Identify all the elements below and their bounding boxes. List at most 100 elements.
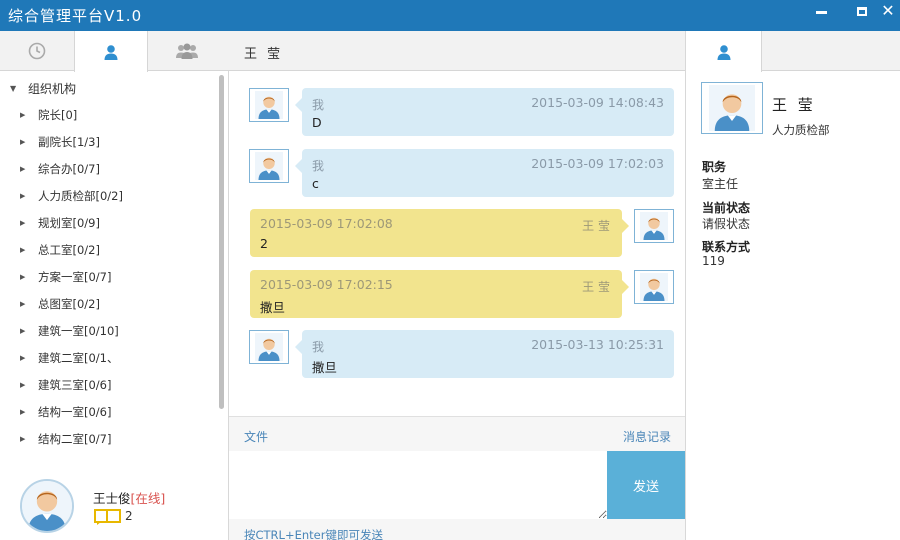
tree-scrollbar[interactable] <box>219 75 224 409</box>
current-user: 王士俊[在线] 2 <box>20 479 220 535</box>
minimize-icon <box>815 10 827 14</box>
close-icon: ✕ <box>881 1 895 20</box>
message-notification[interactable]: 2 <box>93 507 133 525</box>
avatar[interactable] <box>634 209 674 243</box>
send-hint: 按CTRL+Enter键即可发送 <box>244 528 383 540</box>
tree-item-label: 结构二室[0/7] <box>38 432 112 446</box>
send-button[interactable]: 发送 <box>607 451 685 519</box>
field-value-contact: 119 <box>702 254 725 268</box>
caret-right-icon: ▶ <box>20 273 26 281</box>
message-row: 我 2015-03-09 17:02:03 c <box>229 149 685 197</box>
tree-item-label: 建筑一室[0/10] <box>38 324 119 338</box>
caret-right-icon: ▶ <box>20 138 26 146</box>
caret-right-icon: ▶ <box>20 246 26 254</box>
message-bubble: 我 2015-03-09 14:08:43 D <box>295 88 674 136</box>
tab-recent[interactable] <box>0 31 74 71</box>
avatar[interactable] <box>249 330 289 364</box>
message-text: D <box>312 115 322 130</box>
left-tab-bar <box>0 31 229 72</box>
chat-panel: 王 莹 我 2015-03-09 14:08:43 D 我 2015-03-09… <box>229 31 685 540</box>
tree-item[interactable]: ▶ 结构一室[0/6] <box>20 403 111 421</box>
caret-right-icon: ▶ <box>20 111 26 119</box>
tree-root[interactable]: ▼ 组织机构 <box>10 79 76 97</box>
tree-item[interactable]: ▶ 规划室[0/9] <box>20 214 100 232</box>
close-button[interactable]: ✕ <box>875 0 900 22</box>
message-bubble: 我 2015-03-09 17:02:03 c <box>295 149 674 197</box>
tab-profile[interactable] <box>686 31 762 72</box>
avatar[interactable] <box>20 479 74 533</box>
person-avatar-icon <box>709 85 755 131</box>
profile-panel: 王 莹 人力质检部 职务 室主任 当前状态 请假状态 联系方式 119 <box>685 31 900 540</box>
tree-item[interactable]: ▶ 综合办[0/7] <box>20 160 100 178</box>
message-row: 2015-03-09 17:02:08 王 莹 2 <box>229 209 685 257</box>
clock-icon <box>28 42 46 60</box>
tree-item[interactable]: ▶ 建筑一室[0/10] <box>20 322 119 340</box>
avatar[interactable] <box>249 149 289 183</box>
caret-right-icon: ▶ <box>20 300 26 308</box>
tree-item-label: 总工室[0/2] <box>38 243 100 257</box>
message-sender: 王 莹 <box>582 219 610 233</box>
tree-root-label: 组织机构 <box>28 81 77 96</box>
caret-right-icon: ▶ <box>20 327 26 335</box>
message-row: 2015-03-09 17:02:15 王 莹 撒旦 <box>229 270 685 318</box>
tab-contacts[interactable] <box>74 31 148 72</box>
window-title: 综合管理平台V1.0 <box>8 7 143 25</box>
chat-toolbar: 文件 消息记录 <box>229 416 685 451</box>
chat-header: 王 莹 <box>229 31 685 71</box>
tree-item-label: 人力质检部[0/2] <box>38 189 123 203</box>
tree-item[interactable]: ▶ 总图室[0/2] <box>20 295 100 313</box>
tree-item-label: 总图室[0/2] <box>38 297 100 311</box>
message-bubble: 2015-03-09 17:02:15 王 莹 撒旦 <box>250 270 629 318</box>
tree-item[interactable]: ▶ 方案一室[0/7] <box>20 268 111 286</box>
message-row: 我 2015-03-09 14:08:43 D <box>229 88 685 136</box>
tree-item[interactable]: ▶ 建筑二室[0/1、 <box>20 349 119 367</box>
message-text: 2 <box>260 236 268 251</box>
person-avatar-icon <box>255 333 283 361</box>
tab-groups[interactable] <box>150 31 224 71</box>
bubble-pointer <box>295 98 302 112</box>
minimize-button[interactable] <box>808 0 834 22</box>
avatar[interactable] <box>249 88 289 122</box>
message-time: 2015-03-09 17:02:03 <box>531 156 664 171</box>
message-history-link[interactable]: 消息记录 <box>623 428 671 445</box>
avatar[interactable] <box>634 270 674 304</box>
tree-item[interactable]: ▶ 建筑三室[0/6] <box>20 376 111 394</box>
avatar[interactable] <box>701 82 763 134</box>
field-value-status: 请假状态 <box>702 217 751 231</box>
online-status: [在线] <box>130 491 166 506</box>
field-value-title: 室主任 <box>702 177 739 191</box>
caret-down-icon: ▼ <box>10 83 17 93</box>
tree-item[interactable]: ▶ 结构二室[0/7] <box>20 430 111 448</box>
message-text: c <box>312 176 319 191</box>
message-input[interactable] <box>229 451 607 519</box>
tree-item-label: 方案一室[0/7] <box>38 270 112 284</box>
tree-item[interactable]: ▶ 副院长[1/3] <box>20 133 100 151</box>
bubble-pointer <box>295 159 302 173</box>
maximize-icon <box>857 6 867 16</box>
tree-item[interactable]: ▶ 人力质检部[0/2] <box>20 187 123 205</box>
caret-right-icon: ▶ <box>20 435 26 443</box>
maximize-button[interactable] <box>849 0 875 22</box>
caret-right-icon: ▶ <box>20 219 26 227</box>
caret-right-icon: ▶ <box>20 408 26 416</box>
message-row: 我 2015-03-13 10:25:31 撒旦 <box>229 330 685 378</box>
message-time: 2015-03-09 17:02:15 <box>260 277 393 292</box>
message-time: 2015-03-09 17:02:08 <box>260 216 393 231</box>
user-icon <box>717 44 730 60</box>
tree-item[interactable]: ▶ 院长[0] <box>20 106 77 124</box>
left-panel: ▼ 组织机构 ▶ 院长[0] ▶ 副院长[1/3] ▶ 综合办[0/7] ▶ 人力质检部… <box>0 31 229 540</box>
message-text: 撒旦 <box>312 360 338 375</box>
tree-item-label: 建筑二室[0/1、 <box>38 351 119 365</box>
message-sender: 我 <box>312 340 325 354</box>
person-avatar-icon <box>640 273 668 301</box>
title-bar: 综合管理平台V1.0 ✕ <box>0 0 900 31</box>
file-button[interactable]: 文件 <box>244 428 268 445</box>
tree-item-label: 结构一室[0/6] <box>38 405 112 419</box>
person-avatar-icon <box>22 481 72 531</box>
bubble-pointer <box>295 340 302 354</box>
message-time: 2015-03-09 14:08:43 <box>531 95 664 110</box>
user-name-text: 王士俊 <box>93 491 131 506</box>
field-label-contact: 联系方式 <box>702 240 751 254</box>
tree-item[interactable]: ▶ 总工室[0/2] <box>20 241 100 259</box>
field-label-status: 当前状态 <box>702 201 751 215</box>
